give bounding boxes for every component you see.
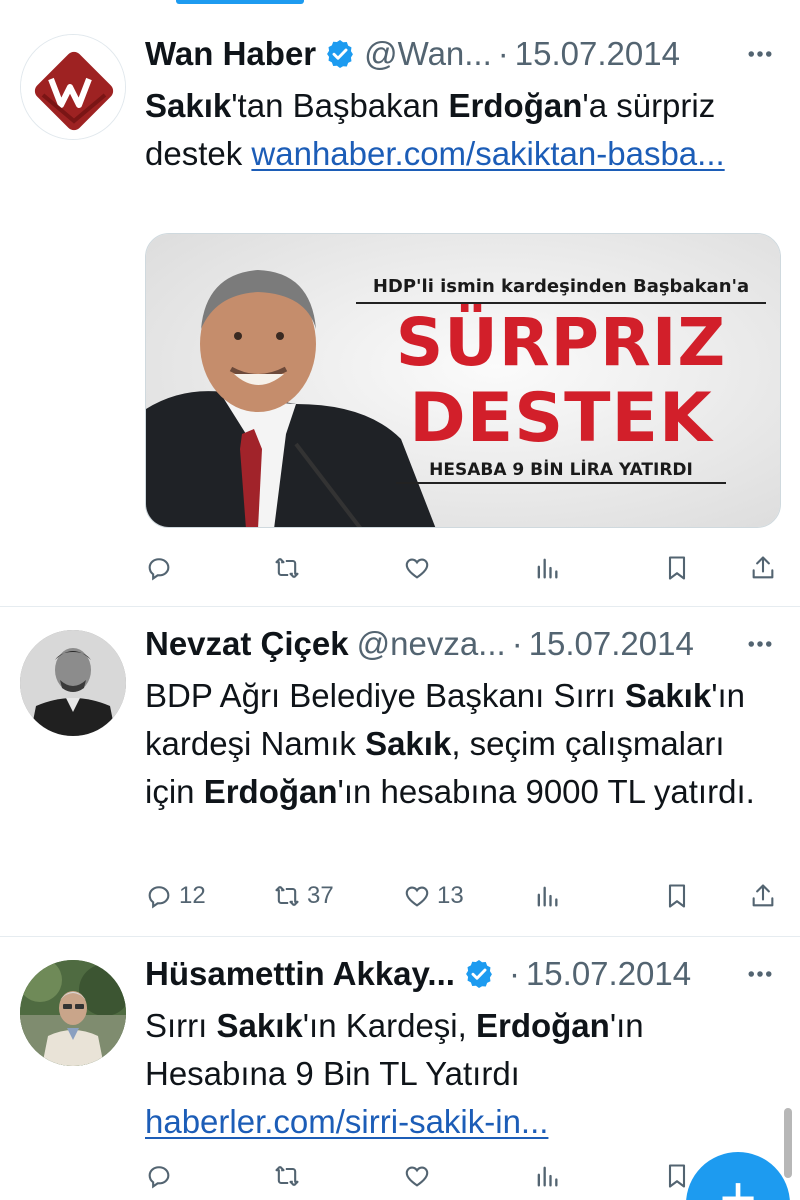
tweet-text: Sırrı Sakık'ın Kardeşi, Erdoğan'ın Hesab… bbox=[145, 1002, 765, 1146]
wan-haber-logo bbox=[21, 35, 125, 139]
heart-icon bbox=[405, 558, 429, 579]
tweet-date[interactable]: 15.07.2014 bbox=[526, 955, 691, 993]
more-icon[interactable] bbox=[740, 36, 780, 72]
retweet-icon bbox=[275, 557, 299, 579]
tweet-link[interactable]: wanhaber.com/sakiktan-basba... bbox=[251, 135, 724, 172]
text-segment: 'ın Kardeşi, bbox=[302, 1007, 476, 1044]
avatar[interactable] bbox=[20, 960, 126, 1066]
tweet-actions: 12 37 13 bbox=[145, 876, 780, 916]
avatar[interactable] bbox=[20, 630, 126, 736]
views-icon bbox=[537, 886, 558, 907]
reply-button[interactable] bbox=[145, 1156, 179, 1196]
views-icon bbox=[537, 1166, 558, 1187]
tweet-text: Sakık'tan Başbakan Erdoğan'a sürpriz des… bbox=[145, 82, 775, 178]
share-button[interactable] bbox=[749, 548, 777, 588]
bookmark-button[interactable] bbox=[663, 548, 691, 588]
tab-indicator bbox=[176, 0, 304, 4]
retweet-button[interactable] bbox=[273, 548, 307, 588]
author-name[interactable]: Wan Haber bbox=[145, 35, 316, 73]
tweet-actions bbox=[145, 548, 780, 588]
tweet-divider bbox=[0, 606, 800, 607]
share-icon bbox=[752, 884, 774, 907]
image-kicker: HDP'li ismin kardeşinden Başbakan'a bbox=[372, 276, 750, 297]
more-icon[interactable] bbox=[740, 956, 780, 992]
share-icon bbox=[752, 556, 774, 579]
reply-button[interactable]: 12 bbox=[145, 876, 206, 916]
more-icon[interactable] bbox=[740, 626, 780, 662]
like-count: 13 bbox=[437, 882, 464, 909]
tweet-image[interactable]: HDP'li ismin kardeşinden Başbakan'a SÜRP… bbox=[145, 233, 781, 528]
heart-icon bbox=[405, 1166, 429, 1187]
avatar[interactable] bbox=[20, 34, 126, 140]
bold-word: Erdoğan bbox=[448, 87, 583, 124]
bold-word: Sakık bbox=[365, 725, 452, 762]
tweet-nevzat-cicek[interactable]: Nevzat Çiçek @nevza... · 15.07.2014 BDP … bbox=[0, 618, 800, 936]
bookmark-icon bbox=[668, 556, 686, 580]
views-icon bbox=[537, 558, 558, 579]
views-button[interactable] bbox=[533, 876, 561, 916]
avatar-photo bbox=[20, 630, 126, 736]
heart-icon bbox=[405, 886, 429, 907]
separator-dot: · bbox=[508, 955, 520, 992]
text-segment: 'tan Başbakan bbox=[231, 87, 449, 124]
tweet-header: Wan Haber @Wan... · 15.07.2014 bbox=[145, 28, 780, 80]
tweet-husamettin-akkaya[interactable]: Hüsamettin Akkay... · 15.07.2014 Sırrı S… bbox=[0, 948, 800, 1200]
tweet-date[interactable]: 15.07.2014 bbox=[515, 35, 680, 73]
views-button[interactable] bbox=[533, 548, 561, 588]
retweet-icon bbox=[275, 885, 299, 907]
like-button[interactable] bbox=[403, 548, 437, 588]
tweet-date[interactable]: 15.07.2014 bbox=[529, 625, 694, 663]
like-button[interactable]: 13 bbox=[403, 876, 464, 916]
bold-word: Sakık bbox=[216, 1007, 303, 1044]
author-handle[interactable]: @Wan... bbox=[364, 35, 492, 73]
text-segment: 'ın hesabına 9000 TL yatırdı. bbox=[337, 773, 755, 810]
reply-icon bbox=[148, 886, 170, 909]
like-button[interactable] bbox=[403, 1156, 437, 1196]
text-segment: Sırrı bbox=[145, 1007, 217, 1044]
bold-word: Sakık bbox=[624, 677, 712, 714]
retweet-icon bbox=[275, 1165, 299, 1187]
bold-word: Erdoğan bbox=[203, 773, 338, 810]
tweet-text: BDP Ağrı Belediye Başkanı Sırrı Sakık 'ın… bbox=[145, 672, 775, 816]
author-handle[interactable]: @nevza... bbox=[357, 625, 506, 663]
tweet-header: Nevzat Çiçek @nevza... · 15.07.2014 bbox=[145, 618, 780, 670]
retweet-count: 37 bbox=[307, 882, 334, 909]
tweet-link[interactable]: haberler.com/sirri-sakik-in... bbox=[145, 1103, 548, 1140]
bookmark-button[interactable] bbox=[663, 876, 691, 916]
image-subline: HESABA 9 BİN LİRA YATIRDI bbox=[396, 460, 726, 484]
bookmark-icon bbox=[668, 884, 686, 908]
reply-icon bbox=[148, 1166, 170, 1189]
author-name[interactable]: Nevzat Çiçek bbox=[145, 625, 349, 663]
text-segment: BDP Ağrı Belediye Başkanı Sırrı bbox=[145, 677, 625, 714]
tweet-divider bbox=[0, 936, 800, 937]
verified-badge-icon bbox=[466, 960, 492, 988]
author-name[interactable]: Hüsamettin Akkay... bbox=[145, 955, 455, 993]
bookmark-icon bbox=[668, 1164, 686, 1188]
tweet-wan-haber[interactable]: Wan Haber @Wan... · 15.07.2014 Sakık'tan… bbox=[0, 28, 800, 606]
share-button[interactable] bbox=[749, 876, 777, 916]
bold-word: Sakık bbox=[145, 87, 232, 124]
tweet-actions bbox=[145, 1156, 780, 1196]
retweet-button[interactable] bbox=[273, 1156, 307, 1196]
tweet-header: Hüsamettin Akkay... · 15.07.2014 bbox=[145, 948, 780, 1000]
avatar-photo bbox=[20, 960, 126, 1066]
views-button[interactable] bbox=[533, 1156, 561, 1196]
reply-icon bbox=[148, 558, 170, 581]
verified-badge-icon bbox=[327, 40, 354, 68]
bold-word: Erdoğan bbox=[475, 1007, 610, 1044]
image-headline-2: DESTEK bbox=[409, 379, 713, 458]
image-headline-1: SÜRPRIZ bbox=[395, 304, 727, 381]
separator-dot: · bbox=[511, 625, 523, 662]
separator-dot: · bbox=[497, 35, 509, 72]
retweet-button[interactable]: 37 bbox=[273, 876, 334, 916]
scrollbar-thumb[interactable] bbox=[784, 1108, 792, 1178]
reply-count: 12 bbox=[179, 882, 206, 909]
reply-button[interactable] bbox=[145, 548, 179, 588]
